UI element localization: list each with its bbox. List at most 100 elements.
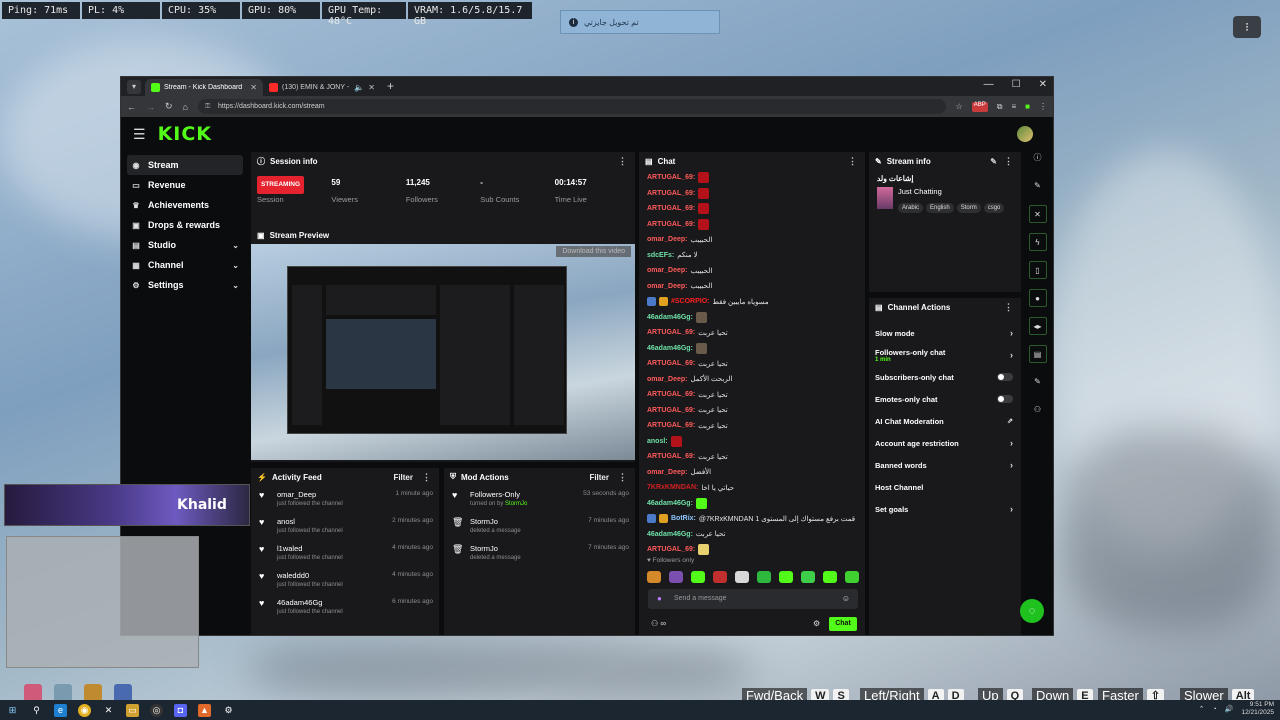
subscribers-only-toggle[interactable] bbox=[997, 373, 1013, 381]
emote-icon[interactable] bbox=[669, 571, 683, 583]
gear-icon[interactable]: ⚙ bbox=[813, 619, 820, 628]
tag[interactable]: csgo bbox=[983, 203, 1005, 213]
windows-start-icon[interactable]: ⊞ bbox=[6, 704, 19, 717]
set-goals-row[interactable]: Set goals › bbox=[869, 498, 1021, 520]
chevron-up-icon[interactable]: ⌃ bbox=[1199, 705, 1205, 713]
forward-arrow-icon[interactable]: → bbox=[146, 102, 155, 112]
sidebar-item-settings[interactable]: ⚙ Settings ⌄ bbox=[127, 275, 243, 295]
minimize-button[interactable]: — bbox=[984, 79, 994, 90]
close-tab-icon[interactable]: ✕ bbox=[250, 83, 257, 92]
discord-icon[interactable]: ◘ bbox=[174, 703, 187, 717]
corner-menu-button[interactable]: ⁝ bbox=[1233, 16, 1261, 38]
bookmark-star-icon[interactable]: ☆ bbox=[956, 102, 963, 112]
users-icon[interactable]: ⚇ bbox=[1029, 401, 1047, 419]
more-options-icon[interactable]: ⋮ bbox=[422, 472, 431, 483]
chat-username[interactable]: omar_Deep: bbox=[647, 376, 687, 383]
chat-username[interactable]: BotRix: bbox=[671, 515, 696, 522]
chat-bubble-icon[interactable]: ● bbox=[1028, 289, 1047, 307]
chat-username[interactable]: omar_Deep: bbox=[647, 236, 687, 243]
user-avatar[interactable] bbox=[1017, 126, 1033, 142]
profile-icon[interactable]: ■ bbox=[1025, 102, 1030, 112]
chat-username[interactable]: ARTUGAL_69: bbox=[647, 205, 695, 212]
emotes-only-toggle[interactable] bbox=[997, 395, 1013, 403]
chat-username[interactable]: 46adam46Gg: bbox=[647, 345, 693, 352]
tag[interactable]: Arabic bbox=[898, 203, 924, 213]
reload-icon[interactable]: ↻ bbox=[165, 101, 173, 112]
emote-icon[interactable] bbox=[779, 571, 793, 583]
chat-username[interactable]: ARTUGAL_69: bbox=[647, 221, 695, 228]
account-age-row[interactable]: Account age restriction › bbox=[869, 432, 1021, 454]
host-channel-row[interactable]: Host Channel bbox=[869, 476, 1021, 498]
sidebar-item-stream[interactable]: ◉ Stream bbox=[127, 155, 243, 175]
emoji-icon[interactable]: ☺ bbox=[842, 589, 850, 609]
obs-icon[interactable]: ◎ bbox=[150, 703, 163, 717]
kick-logo[interactable]: KICK bbox=[158, 123, 212, 145]
url-bar[interactable]: ⚿ https://dashboard.kick.com/stream bbox=[197, 99, 946, 114]
activity-user[interactable]: waleddd0 bbox=[277, 571, 343, 580]
chat-message-input[interactable]: ● Send a message ☺ bbox=[648, 589, 858, 609]
activity-user[interactable]: 46adam46Gg bbox=[277, 598, 343, 607]
download-video-button[interactable]: Download this video bbox=[556, 246, 631, 257]
banned-words-row[interactable]: Banned words › bbox=[869, 454, 1021, 476]
settings-icon[interactable]: ⚙ bbox=[222, 704, 235, 717]
edge-icon[interactable]: e bbox=[54, 703, 67, 717]
chat-username[interactable]: ARTUGAL_69: bbox=[647, 190, 695, 197]
activity-user[interactable]: omar_Deep bbox=[277, 490, 343, 499]
wrench-icon[interactable]: ✎ bbox=[1029, 373, 1047, 391]
raid-icon[interactable]: ✕ bbox=[1028, 205, 1047, 223]
more-options-icon[interactable]: ⋮ bbox=[848, 156, 857, 167]
wifi-icon[interactable]: ◔ bbox=[1213, 706, 1217, 713]
filter-button[interactable]: Filter bbox=[589, 473, 609, 482]
chat-username[interactable]: ARTUGAL_69: bbox=[647, 407, 695, 414]
edit-icon[interactable]: ✎ bbox=[990, 157, 997, 166]
activity-user[interactable]: anosl bbox=[277, 517, 343, 526]
site-info-icon[interactable]: ⚿ bbox=[205, 99, 210, 114]
sidebar-item-channel[interactable]: ▦ Channel ⌄ bbox=[127, 255, 243, 275]
microphone-icon[interactable]: ● bbox=[657, 589, 662, 609]
mod-action-name[interactable]: StormJo bbox=[470, 517, 521, 526]
more-options-icon[interactable]: ⋮ bbox=[1004, 302, 1013, 313]
emote-icon[interactable] bbox=[691, 571, 705, 583]
extensions-puzzle-icon[interactable]: ⧉ bbox=[997, 102, 1003, 112]
chat-username[interactable]: 46adam46Gg: bbox=[647, 500, 693, 507]
hamburger-menu-icon[interactable]: ☰ bbox=[133, 126, 146, 143]
emote-icon[interactable] bbox=[647, 571, 661, 583]
layers-icon[interactable]: ▤ bbox=[1028, 345, 1047, 363]
kick-floating-button[interactable]: ◌ bbox=[1020, 599, 1044, 623]
emote-icon[interactable] bbox=[757, 571, 771, 583]
maximize-button[interactable]: ☐ bbox=[1012, 79, 1021, 90]
browser-menu-icon[interactable]: ⋮ bbox=[1039, 102, 1047, 112]
chat-username[interactable]: ARTUGAL_69: bbox=[647, 174, 695, 181]
mod-action-by[interactable]: StormJo bbox=[505, 501, 527, 507]
chat-username[interactable]: 46adam46Gg: bbox=[647, 531, 693, 538]
game-icon[interactable]: ▲ bbox=[198, 703, 211, 717]
chat-username[interactable]: ARTUGAL_69: bbox=[647, 422, 695, 429]
emote-icon[interactable] bbox=[713, 571, 727, 583]
tab-kick-dashboard[interactable]: Stream - Kick Dashboard ✕ bbox=[145, 79, 263, 96]
more-options-icon[interactable]: ⋮ bbox=[1004, 156, 1013, 167]
volume-icon[interactable]: 🔊 bbox=[1225, 705, 1234, 713]
audio-icon[interactable]: ◂▸ bbox=[1028, 317, 1047, 335]
activity-user[interactable]: l1waled bbox=[277, 544, 343, 553]
tag[interactable]: Storm bbox=[956, 203, 981, 213]
chat-username[interactable]: ARTUGAL_69: bbox=[647, 546, 695, 553]
back-arrow-icon[interactable]: ← bbox=[127, 102, 136, 112]
chat-username[interactable]: 46adam46Gg: bbox=[647, 314, 693, 321]
info-icon[interactable]: ⓘ bbox=[1029, 149, 1047, 167]
extension-badge-icon[interactable]: ABP bbox=[971, 101, 988, 112]
emote-icon[interactable] bbox=[801, 571, 815, 583]
chrome-icon[interactable]: ◉ bbox=[78, 703, 91, 717]
emote-icon[interactable] bbox=[735, 571, 749, 583]
stream-preview-video[interactable]: Download this video bbox=[251, 244, 635, 460]
chat-username[interactable]: omar_Deep: bbox=[647, 469, 687, 476]
home-icon[interactable]: ⌂ bbox=[183, 102, 188, 112]
send-chat-button[interactable]: Chat bbox=[829, 617, 857, 631]
pencil-icon[interactable]: ✎ bbox=[1029, 177, 1047, 195]
chat-username[interactable]: ARTUGAL_69: bbox=[647, 453, 695, 460]
search-icon[interactable]: ⚲ bbox=[30, 704, 43, 717]
new-tab-button[interactable]: + bbox=[387, 79, 394, 93]
slow-mode-row[interactable]: Slow mode › bbox=[869, 322, 1021, 344]
category-thumbnail[interactable] bbox=[877, 187, 893, 209]
more-options-icon[interactable]: ⋮ bbox=[618, 156, 627, 167]
folder-icon[interactable]: ▭ bbox=[126, 703, 139, 717]
